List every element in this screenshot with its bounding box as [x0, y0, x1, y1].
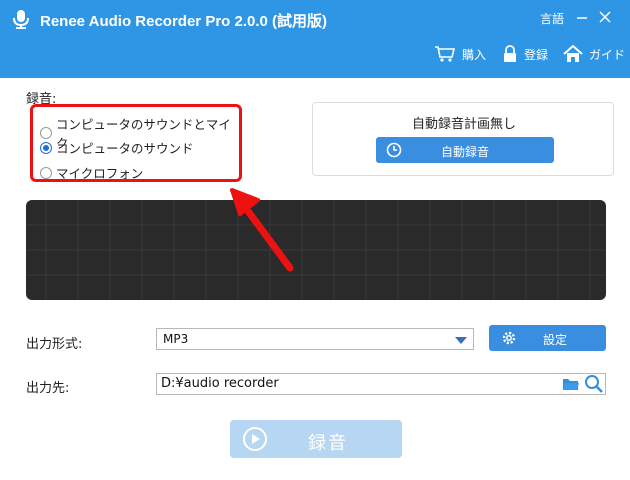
register-label: 登録: [524, 47, 549, 62]
register-link[interactable]: 登録: [502, 45, 548, 63]
settings-button[interactable]: 設定: [489, 325, 606, 351]
waveform-display: [26, 200, 606, 300]
record-button[interactable]: 録音: [230, 420, 402, 458]
settings-label: 設定: [543, 333, 568, 347]
folder-icon[interactable]: [562, 376, 580, 392]
output-format-label: 出力形式:: [26, 337, 83, 352]
title-bar: Renee Audio Recorder Pro 2.0.0 (試用版) 言語 …: [0, 0, 630, 78]
auto-record-button[interactable]: 自動録音: [376, 137, 554, 163]
output-path-input[interactable]: D:¥audio recorder: [156, 373, 606, 395]
schedule-status: 自動録音計画無し: [411, 117, 516, 132]
home-icon: [563, 45, 583, 62]
buy-link[interactable]: 購入: [434, 45, 486, 63]
cart-icon: [435, 46, 456, 62]
gear-icon: [502, 331, 516, 345]
microphone-app-icon: [13, 10, 29, 29]
window-title: Renee Audio Recorder Pro 2.0.0 (試用版): [40, 13, 328, 30]
output-format-select[interactable]: MP3: [156, 328, 474, 350]
lock-icon: [504, 45, 516, 62]
guide-link[interactable]: ガイド: [563, 45, 625, 63]
chevron-down-icon: [455, 337, 467, 344]
close-icon[interactable]: [598, 10, 612, 24]
search-icon[interactable]: [584, 374, 604, 394]
output-path-label: 出力先:: [26, 381, 70, 396]
record-label: 録音: [308, 433, 348, 454]
guide-label: ガイド: [589, 47, 626, 62]
minimize-icon[interactable]: [575, 10, 589, 24]
waveform-grid: [26, 200, 606, 300]
auto-record-label: 自動録音: [440, 145, 489, 159]
output-format-value: MP3: [163, 332, 189, 346]
buy-label: 購入: [462, 47, 487, 62]
language-menu[interactable]: 言語: [540, 10, 564, 27]
